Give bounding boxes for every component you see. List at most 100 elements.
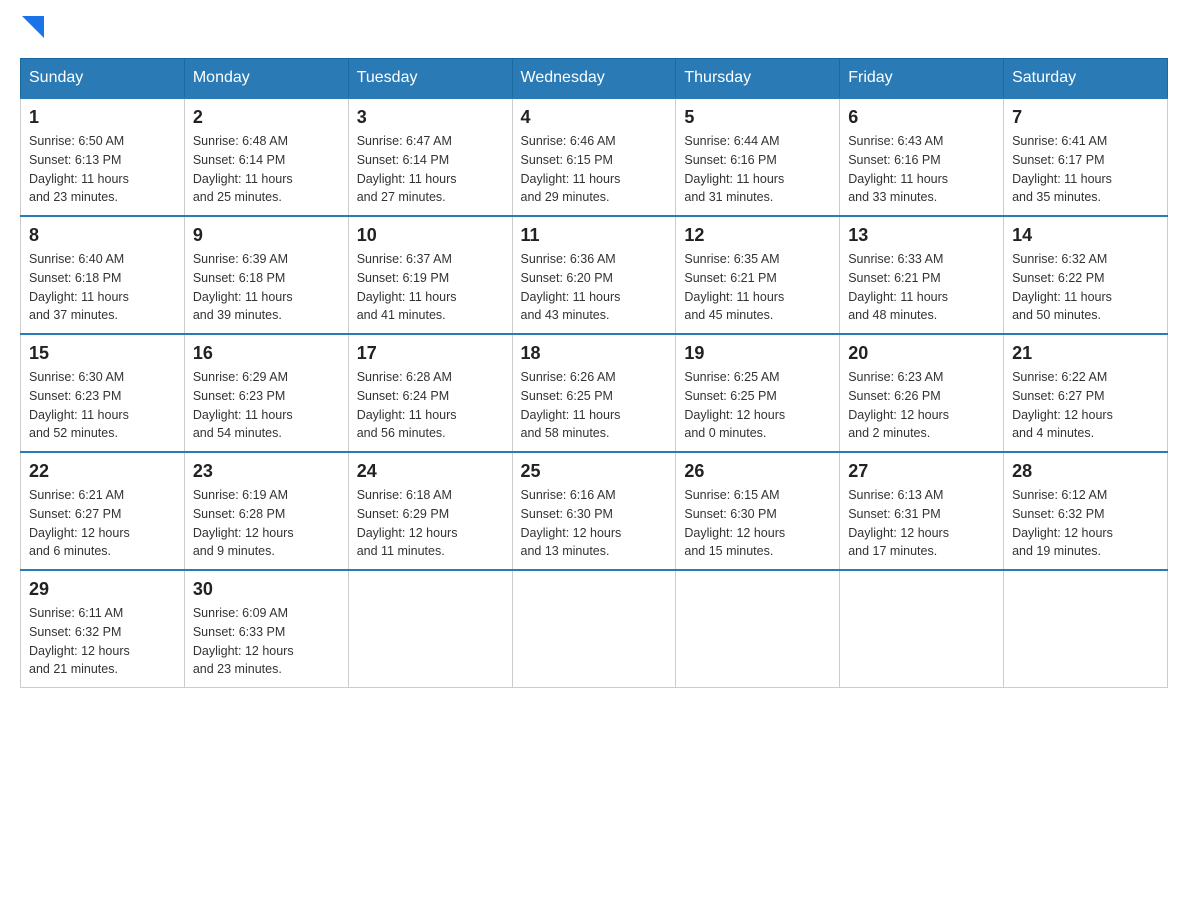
calendar-cell: 27 Sunrise: 6:13 AM Sunset: 6:31 PM Dayl… <box>840 452 1004 570</box>
day-info: Sunrise: 6:30 AM Sunset: 6:23 PM Dayligh… <box>29 368 176 443</box>
day-info: Sunrise: 6:32 AM Sunset: 6:22 PM Dayligh… <box>1012 250 1159 325</box>
day-number: 28 <box>1012 461 1159 482</box>
daylight-cont: and 31 minutes. <box>684 190 773 204</box>
sunset-label: Sunset: 6:32 PM <box>1012 507 1104 521</box>
calendar-cell: 22 Sunrise: 6:21 AM Sunset: 6:27 PM Dayl… <box>21 452 185 570</box>
week-row-3: 15 Sunrise: 6:30 AM Sunset: 6:23 PM Dayl… <box>21 334 1168 452</box>
daylight-label: Daylight: 11 hours <box>521 290 621 304</box>
calendar-cell: 8 Sunrise: 6:40 AM Sunset: 6:18 PM Dayli… <box>21 216 185 334</box>
sunrise-label: Sunrise: 6:18 AM <box>357 488 452 502</box>
calendar-cell: 15 Sunrise: 6:30 AM Sunset: 6:23 PM Dayl… <box>21 334 185 452</box>
day-info: Sunrise: 6:29 AM Sunset: 6:23 PM Dayligh… <box>193 368 340 443</box>
daylight-label: Daylight: 11 hours <box>848 290 948 304</box>
calendar-cell: 28 Sunrise: 6:12 AM Sunset: 6:32 PM Dayl… <box>1004 452 1168 570</box>
sunrise-label: Sunrise: 6:43 AM <box>848 134 943 148</box>
sunset-label: Sunset: 6:23 PM <box>29 389 121 403</box>
day-info: Sunrise: 6:13 AM Sunset: 6:31 PM Dayligh… <box>848 486 995 561</box>
day-info: Sunrise: 6:44 AM Sunset: 6:16 PM Dayligh… <box>684 132 831 207</box>
day-number: 4 <box>521 107 668 128</box>
day-number: 26 <box>684 461 831 482</box>
day-info: Sunrise: 6:47 AM Sunset: 6:14 PM Dayligh… <box>357 132 504 207</box>
calendar-header-row: SundayMondayTuesdayWednesdayThursdayFrid… <box>21 59 1168 99</box>
daylight-label: Daylight: 11 hours <box>1012 172 1112 186</box>
day-number: 7 <box>1012 107 1159 128</box>
daylight-label: Daylight: 11 hours <box>848 172 948 186</box>
sunrise-label: Sunrise: 6:23 AM <box>848 370 943 384</box>
daylight-cont: and 13 minutes. <box>521 544 610 558</box>
daylight-cont: and 48 minutes. <box>848 308 937 322</box>
day-info: Sunrise: 6:16 AM Sunset: 6:30 PM Dayligh… <box>521 486 668 561</box>
daylight-cont: and 0 minutes. <box>684 426 766 440</box>
sunset-label: Sunset: 6:32 PM <box>29 625 121 639</box>
week-row-1: 1 Sunrise: 6:50 AM Sunset: 6:13 PM Dayli… <box>21 98 1168 216</box>
sunset-label: Sunset: 6:27 PM <box>29 507 121 521</box>
day-number: 29 <box>29 579 176 600</box>
daylight-label: Daylight: 12 hours <box>1012 526 1113 540</box>
daylight-cont: and 45 minutes. <box>684 308 773 322</box>
day-number: 3 <box>357 107 504 128</box>
daylight-label: Daylight: 12 hours <box>684 526 785 540</box>
day-number: 27 <box>848 461 995 482</box>
header-saturday: Saturday <box>1004 59 1168 99</box>
day-number: 14 <box>1012 225 1159 246</box>
daylight-label: Daylight: 11 hours <box>193 408 293 422</box>
day-number: 2 <box>193 107 340 128</box>
day-number: 30 <box>193 579 340 600</box>
day-info: Sunrise: 6:39 AM Sunset: 6:18 PM Dayligh… <box>193 250 340 325</box>
day-number: 5 <box>684 107 831 128</box>
calendar-cell: 1 Sunrise: 6:50 AM Sunset: 6:13 PM Dayli… <box>21 98 185 216</box>
daylight-label: Daylight: 11 hours <box>357 290 457 304</box>
calendar-cell: 21 Sunrise: 6:22 AM Sunset: 6:27 PM Dayl… <box>1004 334 1168 452</box>
sunset-label: Sunset: 6:22 PM <box>1012 271 1104 285</box>
daylight-cont: and 58 minutes. <box>521 426 610 440</box>
sunset-label: Sunset: 6:23 PM <box>193 389 285 403</box>
sunrise-label: Sunrise: 6:48 AM <box>193 134 288 148</box>
day-info: Sunrise: 6:36 AM Sunset: 6:20 PM Dayligh… <box>521 250 668 325</box>
day-info: Sunrise: 6:35 AM Sunset: 6:21 PM Dayligh… <box>684 250 831 325</box>
sunset-label: Sunset: 6:21 PM <box>848 271 940 285</box>
calendar-cell <box>1004 570 1168 688</box>
sunset-label: Sunset: 6:17 PM <box>1012 153 1104 167</box>
sunset-label: Sunset: 6:28 PM <box>193 507 285 521</box>
day-number: 24 <box>357 461 504 482</box>
sunset-label: Sunset: 6:25 PM <box>521 389 613 403</box>
daylight-label: Daylight: 12 hours <box>193 526 294 540</box>
calendar-cell: 5 Sunrise: 6:44 AM Sunset: 6:16 PM Dayli… <box>676 98 840 216</box>
sunrise-label: Sunrise: 6:40 AM <box>29 252 124 266</box>
sunrise-label: Sunrise: 6:36 AM <box>521 252 616 266</box>
header-friday: Friday <box>840 59 1004 99</box>
sunset-label: Sunset: 6:18 PM <box>29 271 121 285</box>
page-header <box>20 20 1168 38</box>
sunrise-label: Sunrise: 6:28 AM <box>357 370 452 384</box>
daylight-cont: and 43 minutes. <box>521 308 610 322</box>
daylight-label: Daylight: 11 hours <box>684 172 784 186</box>
daylight-cont: and 39 minutes. <box>193 308 282 322</box>
daylight-cont: and 25 minutes. <box>193 190 282 204</box>
day-number: 6 <box>848 107 995 128</box>
calendar-cell: 29 Sunrise: 6:11 AM Sunset: 6:32 PM Dayl… <box>21 570 185 688</box>
day-info: Sunrise: 6:09 AM Sunset: 6:33 PM Dayligh… <box>193 604 340 679</box>
daylight-label: Daylight: 11 hours <box>521 172 621 186</box>
daylight-label: Daylight: 11 hours <box>193 172 293 186</box>
sunrise-label: Sunrise: 6:35 AM <box>684 252 779 266</box>
day-number: 1 <box>29 107 176 128</box>
day-number: 10 <box>357 225 504 246</box>
day-number: 25 <box>521 461 668 482</box>
sunrise-label: Sunrise: 6:33 AM <box>848 252 943 266</box>
sunrise-label: Sunrise: 6:13 AM <box>848 488 943 502</box>
daylight-label: Daylight: 11 hours <box>29 172 129 186</box>
day-info: Sunrise: 6:33 AM Sunset: 6:21 PM Dayligh… <box>848 250 995 325</box>
sunset-label: Sunset: 6:26 PM <box>848 389 940 403</box>
sunset-label: Sunset: 6:19 PM <box>357 271 449 285</box>
header-sunday: Sunday <box>21 59 185 99</box>
sunrise-label: Sunrise: 6:50 AM <box>29 134 124 148</box>
day-number: 18 <box>521 343 668 364</box>
sunrise-label: Sunrise: 6:19 AM <box>193 488 288 502</box>
daylight-cont: and 56 minutes. <box>357 426 446 440</box>
sunset-label: Sunset: 6:16 PM <box>684 153 776 167</box>
day-info: Sunrise: 6:19 AM Sunset: 6:28 PM Dayligh… <box>193 486 340 561</box>
calendar-cell: 12 Sunrise: 6:35 AM Sunset: 6:21 PM Dayl… <box>676 216 840 334</box>
calendar-cell: 24 Sunrise: 6:18 AM Sunset: 6:29 PM Dayl… <box>348 452 512 570</box>
sunrise-label: Sunrise: 6:32 AM <box>1012 252 1107 266</box>
calendar-cell: 13 Sunrise: 6:33 AM Sunset: 6:21 PM Dayl… <box>840 216 1004 334</box>
